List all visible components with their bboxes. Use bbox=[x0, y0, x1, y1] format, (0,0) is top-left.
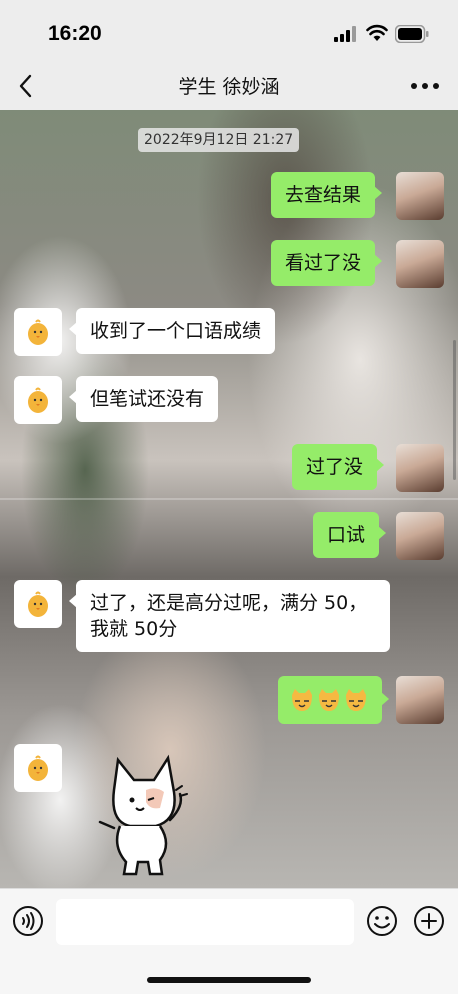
message-bubble-me[interactable]: 去查结果 bbox=[271, 172, 383, 218]
plus-icon[interactable] bbox=[413, 905, 445, 937]
avatar-me[interactable] bbox=[396, 512, 444, 560]
nav-bar: 学生 徐妙涵 bbox=[0, 62, 458, 110]
message-bubble-other[interactable]: 过了，还是高分过呢，满分 50，我就 50分 bbox=[69, 580, 390, 652]
chick-avatar-icon bbox=[28, 591, 48, 617]
avatar-other[interactable] bbox=[14, 580, 62, 628]
cat-face-emoji-icon bbox=[292, 689, 366, 711]
status-time: 16:20 bbox=[48, 22, 102, 45]
waving-cat-sticker[interactable] bbox=[90, 750, 190, 880]
signal-icon bbox=[334, 26, 356, 42]
message-bubble-me[interactable]: 口试 bbox=[313, 512, 387, 558]
chat-title: 学生 徐妙涵 bbox=[178, 76, 280, 98]
chat-timestamp: 2022年9月12日 21:27 bbox=[138, 128, 300, 152]
more-dots-icon[interactable] bbox=[408, 74, 442, 98]
avatar-me[interactable] bbox=[396, 172, 444, 220]
wifi-icon bbox=[366, 24, 388, 41]
chat-area[interactable]: 2022年9月12日 21:27 去查结果 看过了没 收到了一个口语成绩 但笔试… bbox=[0, 110, 458, 888]
avatar-other[interactable] bbox=[14, 744, 62, 792]
emoji-sticker-bubble[interactable] bbox=[278, 676, 389, 724]
battery-icon bbox=[395, 25, 429, 43]
chick-avatar-icon bbox=[28, 387, 48, 413]
scrollbar[interactable] bbox=[453, 340, 456, 480]
home-indicator[interactable] bbox=[147, 977, 311, 983]
avatar-other[interactable] bbox=[14, 308, 62, 356]
input-bar bbox=[0, 888, 458, 994]
voice-icon[interactable] bbox=[12, 905, 44, 937]
emoji-icon[interactable] bbox=[366, 905, 398, 937]
avatar-me[interactable] bbox=[396, 444, 444, 492]
avatar-me[interactable] bbox=[396, 240, 444, 288]
status-bar: 16:20 bbox=[0, 0, 458, 62]
avatar-other[interactable] bbox=[14, 376, 62, 424]
message-input[interactable] bbox=[56, 899, 354, 945]
message-bubble-other[interactable]: 但笔试还没有 bbox=[68, 376, 219, 422]
chick-avatar-icon bbox=[28, 755, 48, 781]
chick-avatar-icon bbox=[28, 319, 48, 345]
avatar-me[interactable] bbox=[396, 676, 444, 724]
background-divider bbox=[0, 498, 458, 500]
message-bubble-me[interactable]: 看过了没 bbox=[271, 240, 383, 286]
message-bubble-other[interactable]: 收到了一个口语成绩 bbox=[68, 308, 276, 354]
message-bubble-me[interactable]: 过了没 bbox=[292, 444, 385, 490]
